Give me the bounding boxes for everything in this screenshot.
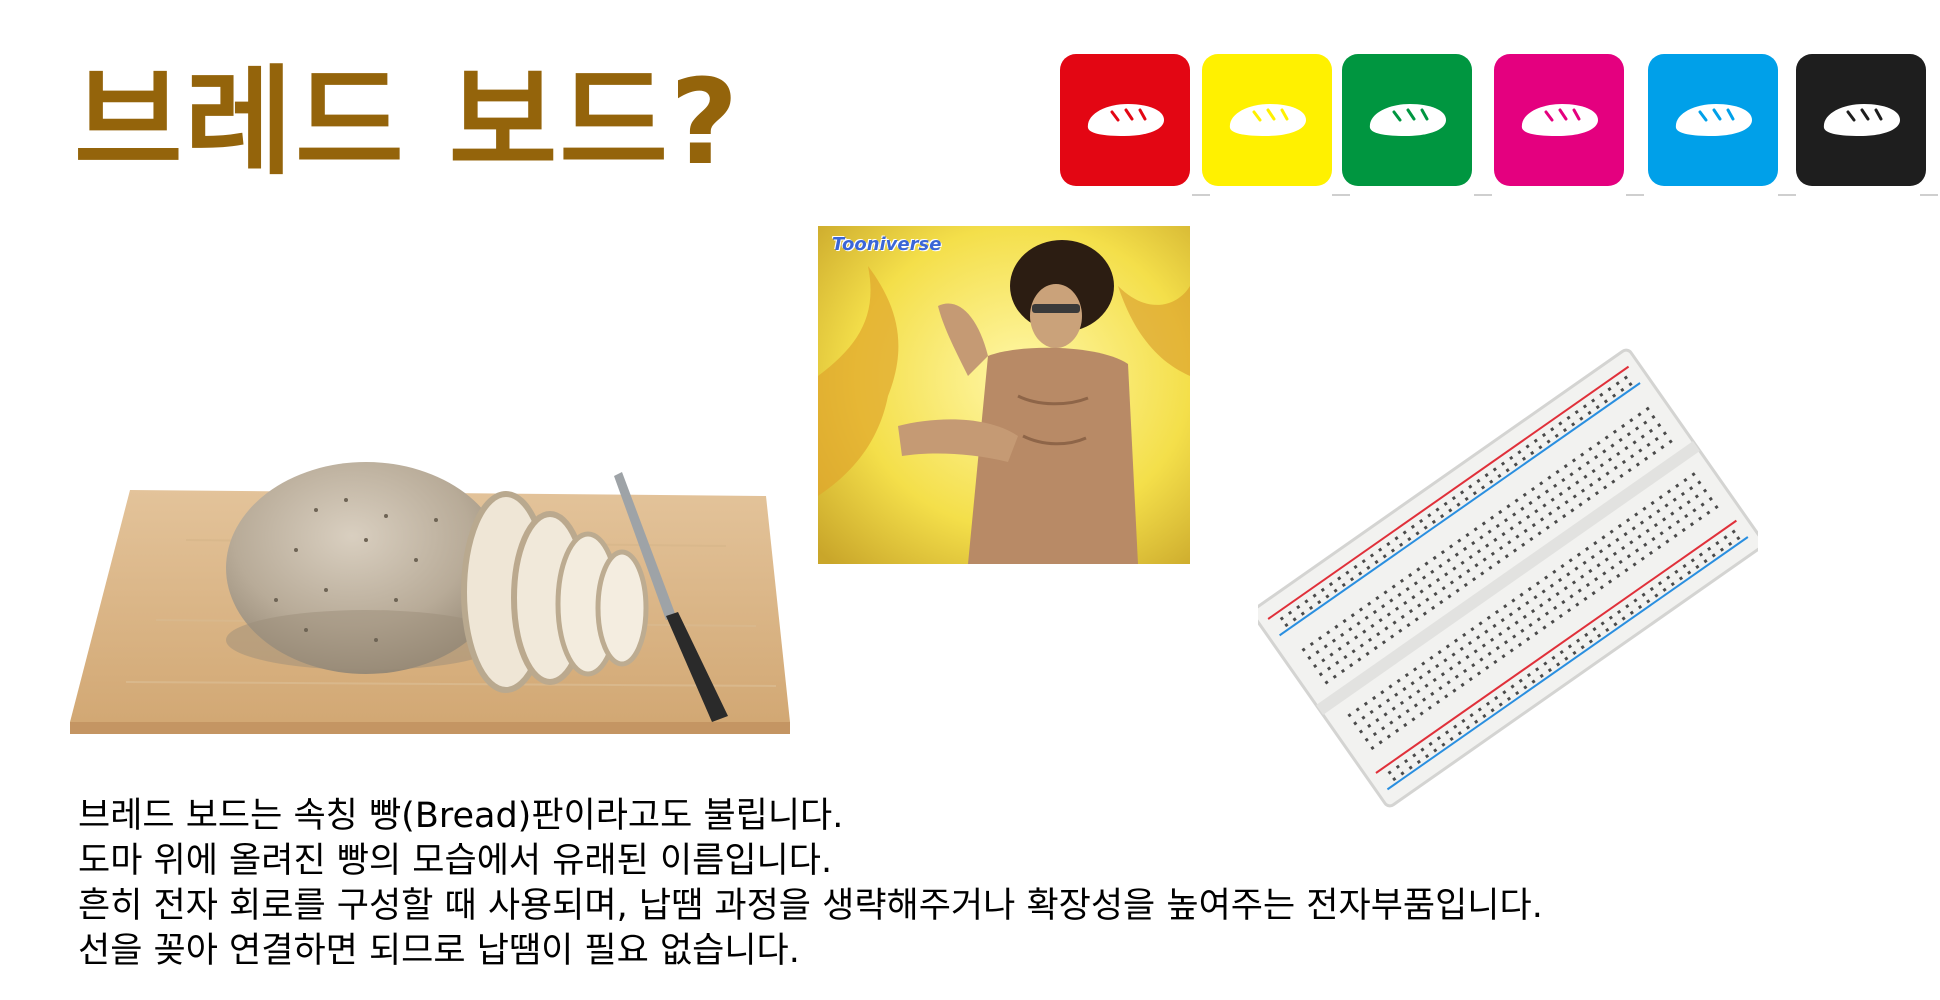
slide: 브레드 보드? Tooniverse 브레드 보드는 속칭 빵(Bread)판이…	[0, 0, 1940, 1000]
yellow-bread-tile	[1202, 54, 1332, 186]
electronic-breadboard-photo	[1251, 348, 1765, 808]
magenta-bread-tile	[1494, 54, 1624, 186]
tile-caption-mark	[1626, 194, 1644, 196]
bread-on-cutting-board-photo	[66, 420, 796, 740]
slide-title: 브레드 보드?	[74, 53, 741, 191]
tile-caption-mark	[1778, 194, 1796, 196]
tile-caption-mark	[1474, 194, 1492, 196]
bread-loaf-icon	[1823, 104, 1900, 136]
bread-loaf-icon	[1675, 104, 1752, 136]
tile-caption-mark	[1192, 194, 1210, 196]
description-line: 선을 꽂아 연결하면 되므로 납땜이 필요 없습니다.	[78, 931, 800, 971]
description-line: 도마 위에 올려진 빵의 모습에서 유래된 이름입니다.	[78, 841, 833, 881]
bread-loaf-icon	[1369, 104, 1446, 136]
black-bread-tile	[1796, 54, 1926, 186]
tile-caption-mark	[1332, 194, 1350, 196]
red-bread-tile	[1060, 54, 1190, 186]
icon-tile-row	[1060, 54, 1938, 204]
description-line: 흔히 전자 회로를 구성할 때 사용되며, 납땜 과정을 생략해주거나 확장성을…	[78, 886, 1543, 926]
bread-loaf-icon	[1087, 104, 1164, 136]
tile-caption-mark	[1920, 194, 1938, 196]
description-line: 브레드 보드는 속칭 빵(Bread)판이라고도 불립니다.	[78, 796, 844, 836]
tooniverse-watermark: Tooniverse	[832, 234, 942, 255]
bread-loaf-icon	[1229, 104, 1306, 136]
green-bread-tile	[1342, 54, 1472, 186]
anime-martial-artist-image: Tooniverse	[818, 226, 1190, 564]
bread-loaf-icon	[1521, 104, 1598, 136]
description-text: 브레드 보드는 속칭 빵(Bread)판이라고도 불립니다. 도마 위에 올려진…	[78, 794, 1918, 974]
cyan-bread-tile	[1648, 54, 1778, 186]
